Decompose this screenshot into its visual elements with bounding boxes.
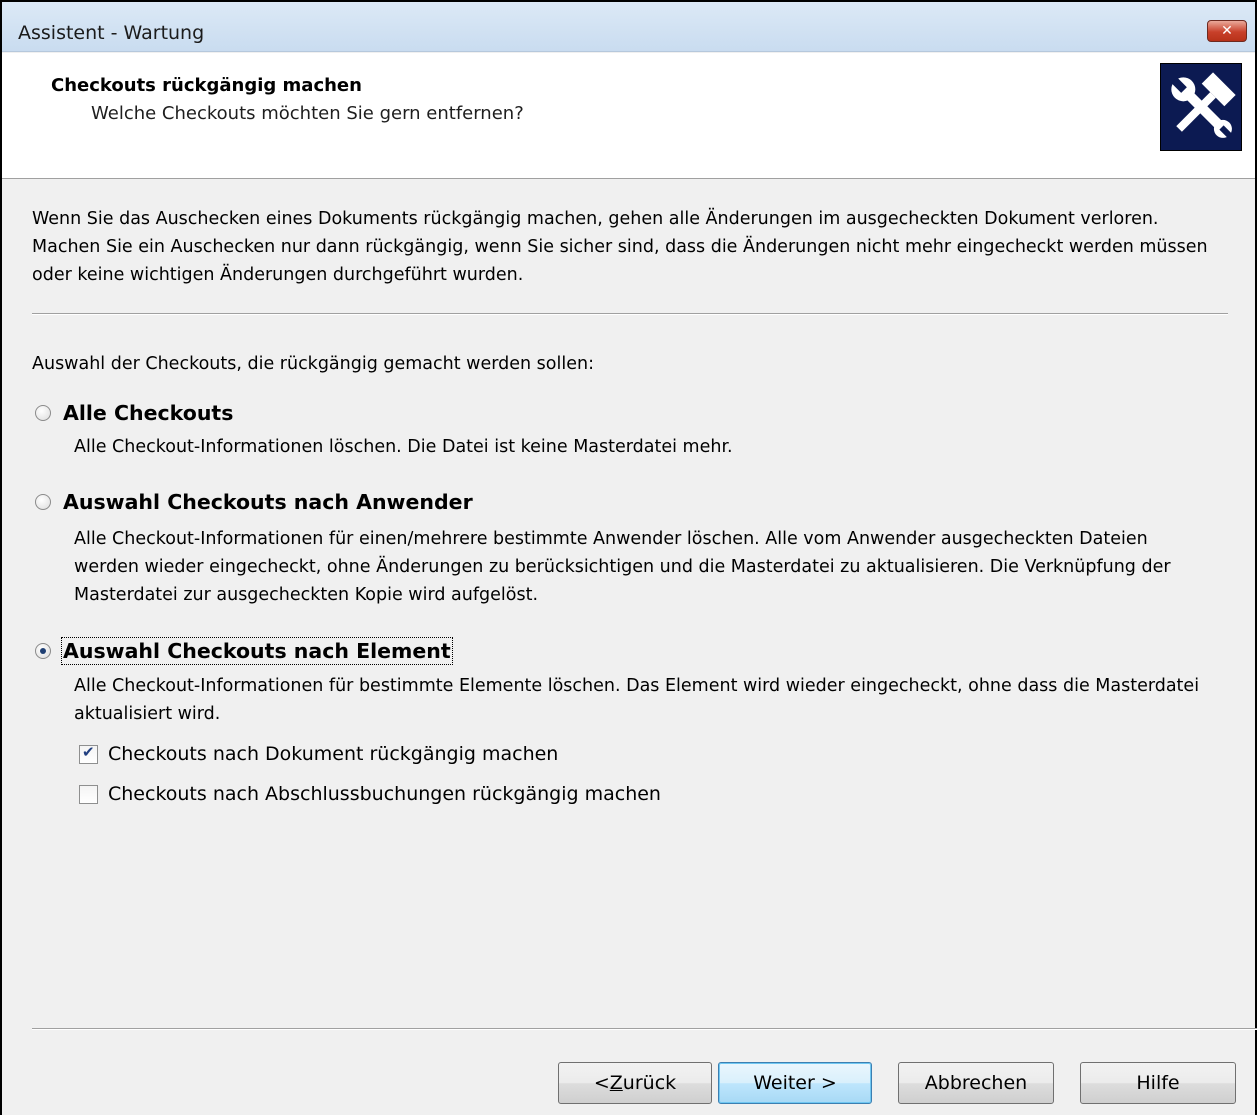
- cancel-button-label: Abbrechen: [924, 1072, 1028, 1094]
- next-button[interactable]: Weiter >: [718, 1062, 872, 1104]
- radio-by-element[interactable]: Auswahl Checkouts nach Element: [35, 636, 453, 666]
- radio-label[interactable]: Auswahl Checkouts nach Element: [61, 637, 453, 665]
- back-button-mnemonic: Z: [609, 1072, 623, 1094]
- checkbox-by-document[interactable]: Checkouts nach Dokument rückgängig mache…: [79, 741, 558, 767]
- page-title: Checkouts rückgängig machen: [51, 75, 362, 96]
- checkbox-checked[interactable]: [79, 743, 98, 764]
- window-title: Assistent - Wartung: [18, 22, 205, 44]
- option-description: Alle Checkout-Informationen für einen/me…: [74, 529, 1171, 605]
- wizard-header: Checkouts rückgängig machen Welche Check…: [2, 53, 1255, 179]
- cancel-button[interactable]: Abbrechen: [898, 1062, 1054, 1104]
- intro-text: Wenn Sie das Auschecken eines Dokuments …: [32, 209, 1208, 285]
- radio-label[interactable]: Alle Checkouts: [63, 401, 233, 425]
- radio-button-selected[interactable]: [35, 643, 51, 659]
- option-description: Alle Checkout-Informationen löschen. Die…: [74, 437, 733, 457]
- title-bar[interactable]: Assistent - Wartung ✕: [2, 2, 1255, 52]
- checkbox-by-closing-entries[interactable]: Checkouts nach Abschlussbuchungen rückgä…: [79, 781, 661, 807]
- checkbox-label[interactable]: Checkouts nach Abschlussbuchungen rückgä…: [108, 783, 661, 805]
- content-divider: [32, 313, 1228, 315]
- radio-all-checkouts[interactable]: Alle Checkouts: [35, 398, 233, 428]
- back-button-label: urück: [622, 1072, 677, 1094]
- page-subtitle: Welche Checkouts möchten Sie gern entfer…: [91, 103, 524, 124]
- selection-label: Auswahl der Checkouts, die rückgängig ge…: [32, 354, 594, 374]
- radio-button[interactable]: [35, 494, 51, 510]
- back-button-prefix: <: [593, 1072, 610, 1094]
- radio-by-user[interactable]: Auswahl Checkouts nach Anwender: [35, 487, 473, 517]
- back-button[interactable]: < Zurück: [558, 1062, 712, 1104]
- close-icon: ✕: [1221, 23, 1233, 39]
- next-button-label: Weiter >: [753, 1072, 837, 1094]
- footer-divider: [32, 1028, 1257, 1030]
- wizard-window: Assistent - Wartung ✕ Checkouts rückgäng…: [0, 0, 1257, 1115]
- checkbox-label[interactable]: Checkouts nach Dokument rückgängig mache…: [108, 743, 558, 765]
- radio-button[interactable]: [35, 405, 51, 421]
- checkbox-unchecked[interactable]: [79, 784, 98, 804]
- help-button[interactable]: Hilfe: [1080, 1062, 1236, 1104]
- option-description: Alle Checkout-Informationen für bestimmt…: [74, 676, 1200, 724]
- tools-hammer-wrench-icon: [1160, 63, 1242, 151]
- wizard-content: Wenn Sie das Auschecken eines Dokuments …: [2, 180, 1255, 1028]
- help-button-label: Hilfe: [1136, 1072, 1180, 1094]
- radio-label[interactable]: Auswahl Checkouts nach Anwender: [63, 490, 473, 514]
- close-button[interactable]: ✕: [1207, 20, 1247, 42]
